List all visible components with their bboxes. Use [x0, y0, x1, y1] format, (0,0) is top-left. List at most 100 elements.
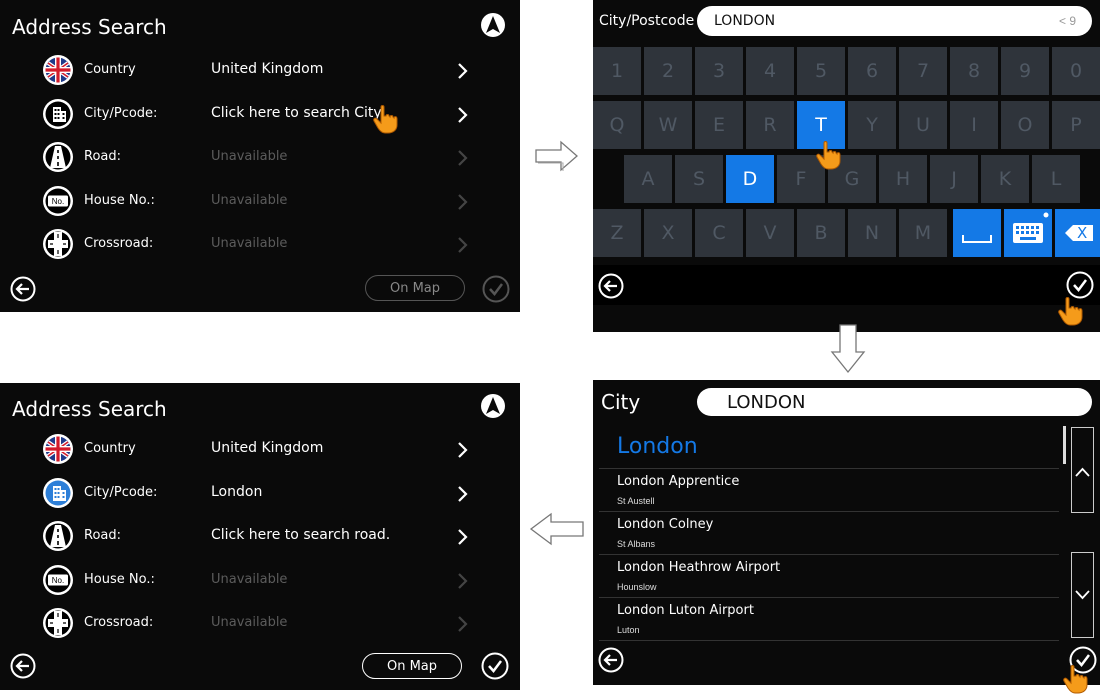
result-list-item[interactable]: London Apprentice St Austell [599, 469, 1059, 512]
address-row-city[interactable]: City/Pcode: London [0, 472, 520, 515]
chevron-right-icon [454, 148, 470, 168]
key-4[interactable]: 4 [746, 47, 794, 95]
on-map-button[interactable]: On Map [365, 275, 465, 301]
space-icon [962, 235, 992, 243]
row-label: Road: [84, 149, 122, 164]
space-key[interactable] [953, 209, 1001, 257]
confirm-check-icon[interactable] [481, 652, 509, 680]
row-value[interactable]: Click here to search City [211, 105, 382, 121]
search-input-value: LONDON [714, 13, 776, 29]
result-subtitle: St Albans [617, 539, 656, 549]
navigation-arrow-icon[interactable] [480, 393, 506, 419]
key-h[interactable]: H [879, 155, 927, 203]
key-3[interactable]: 3 [695, 47, 743, 95]
address-row-road[interactable]: Road: Click here to search road. [0, 515, 520, 558]
delete-key[interactable]: X [1055, 209, 1100, 257]
chevron-right-icon[interactable] [454, 527, 470, 547]
key-5[interactable]: 5 [797, 47, 845, 95]
scroll-down-button[interactable] [1071, 552, 1094, 638]
back-icon[interactable] [10, 653, 36, 679]
row-value: Unavailable [211, 149, 288, 164]
row-value[interactable]: United Kingdom [211, 61, 323, 77]
on-map-button[interactable]: On Map [362, 653, 462, 679]
address-row-house-number: No. House No.: Unavailable [0, 559, 520, 602]
keyboard-icon [1013, 212, 1049, 243]
key-v[interactable]: V [746, 209, 794, 257]
result-subtitle: Luton [617, 625, 640, 635]
row-value: Unavailable [211, 615, 288, 630]
chevron-right-icon [454, 614, 470, 634]
key-a[interactable]: A [624, 155, 672, 203]
key-x[interactable]: X [644, 209, 692, 257]
chevron-right-icon[interactable] [454, 484, 470, 504]
result-list-item[interactable]: London Colney St Albans [599, 512, 1059, 555]
confirm-check-icon[interactable] [1066, 271, 1094, 299]
key-1[interactable]: 1 [593, 47, 641, 95]
top-result-item[interactable]: London [599, 426, 1059, 469]
row-label: Country [84, 62, 136, 77]
key-o[interactable]: O [1001, 101, 1049, 149]
back-icon[interactable] [10, 276, 36, 302]
row-label: City/Pcode: [84, 105, 158, 121]
crossroad-icon [42, 228, 74, 260]
address-row-house-number: No. House No.: Unavailable [0, 180, 520, 223]
address-row-city[interactable]: City/Pcode: Click here to search City [0, 93, 520, 136]
row-label: Country [84, 441, 136, 456]
key-n[interactable]: N [848, 209, 896, 257]
result-name: London Apprentice [617, 474, 740, 489]
row-value: Unavailable [211, 571, 288, 587]
result-list-item[interactable]: London Heathrow Airport Hounslow [599, 555, 1059, 598]
city-icon [42, 98, 74, 130]
key-7[interactable]: 7 [899, 47, 947, 95]
key-0[interactable]: 0 [1052, 47, 1100, 95]
chevron-right-icon[interactable] [454, 105, 470, 125]
row-value: Unavailable [211, 236, 288, 251]
key-q[interactable]: Q [593, 101, 641, 149]
key-m[interactable]: M [899, 209, 947, 257]
key-8[interactable]: 8 [950, 47, 998, 95]
key-c[interactable]: C [695, 209, 743, 257]
back-icon[interactable] [598, 273, 624, 299]
chevron-right-icon[interactable] [454, 61, 470, 81]
back-icon[interactable] [598, 647, 624, 673]
address-row-uk-flag[interactable]: Country United Kingdom [0, 428, 520, 471]
key-6[interactable]: 6 [848, 47, 896, 95]
chevron-right-icon[interactable] [454, 440, 470, 460]
key-u[interactable]: U [899, 101, 947, 149]
key-p[interactable]: P [1052, 101, 1100, 149]
city-results-panel: City LONDON London London Apprentice St A… [593, 380, 1100, 685]
uk-flag-icon [42, 433, 74, 465]
row-label: Crossroad: [84, 236, 154, 251]
key-l[interactable]: L [1032, 155, 1080, 203]
confirm-check-icon[interactable] [482, 275, 510, 303]
key-i[interactable]: I [950, 101, 998, 149]
flow-arrow-right-icon [535, 140, 578, 172]
navigation-arrow-icon[interactable] [480, 12, 506, 38]
address-row-uk-flag[interactable]: Country United Kingdom [0, 49, 520, 92]
chevron-right-icon [454, 192, 470, 212]
key-9[interactable]: 9 [1001, 47, 1049, 95]
key-z[interactable]: Z [593, 209, 641, 257]
row-value[interactable]: Click here to search road. [211, 527, 390, 543]
city-search-input[interactable]: LONDON < 9 [697, 6, 1092, 36]
key-d[interactable]: D [726, 155, 774, 203]
road-icon [42, 520, 74, 552]
result-list-item[interactable]: London Luton Airport Luton [599, 598, 1059, 641]
result-subtitle: Hounslow [617, 582, 657, 592]
key-j[interactable]: J [930, 155, 978, 203]
city-search-input[interactable]: LONDON [697, 388, 1092, 416]
key-k[interactable]: K [981, 155, 1029, 203]
key-s[interactable]: S [675, 155, 723, 203]
scrollbar-thumb[interactable] [1063, 426, 1066, 464]
key-b[interactable]: B [797, 209, 845, 257]
scroll-up-button[interactable] [1071, 427, 1094, 513]
row-value[interactable]: United Kingdom [211, 440, 323, 456]
keyboard-switch-key[interactable] [1004, 209, 1052, 257]
key-y[interactable]: Y [848, 101, 896, 149]
key-w[interactable]: W [644, 101, 692, 149]
key-r[interactable]: R [746, 101, 794, 149]
key-e[interactable]: E [695, 101, 743, 149]
row-value[interactable]: London [211, 484, 262, 500]
key-2[interactable]: 2 [644, 47, 692, 95]
city-postcode-keyboard-panel: City/Postcode LONDON < 9 1234567890QWERT… [593, 0, 1100, 332]
